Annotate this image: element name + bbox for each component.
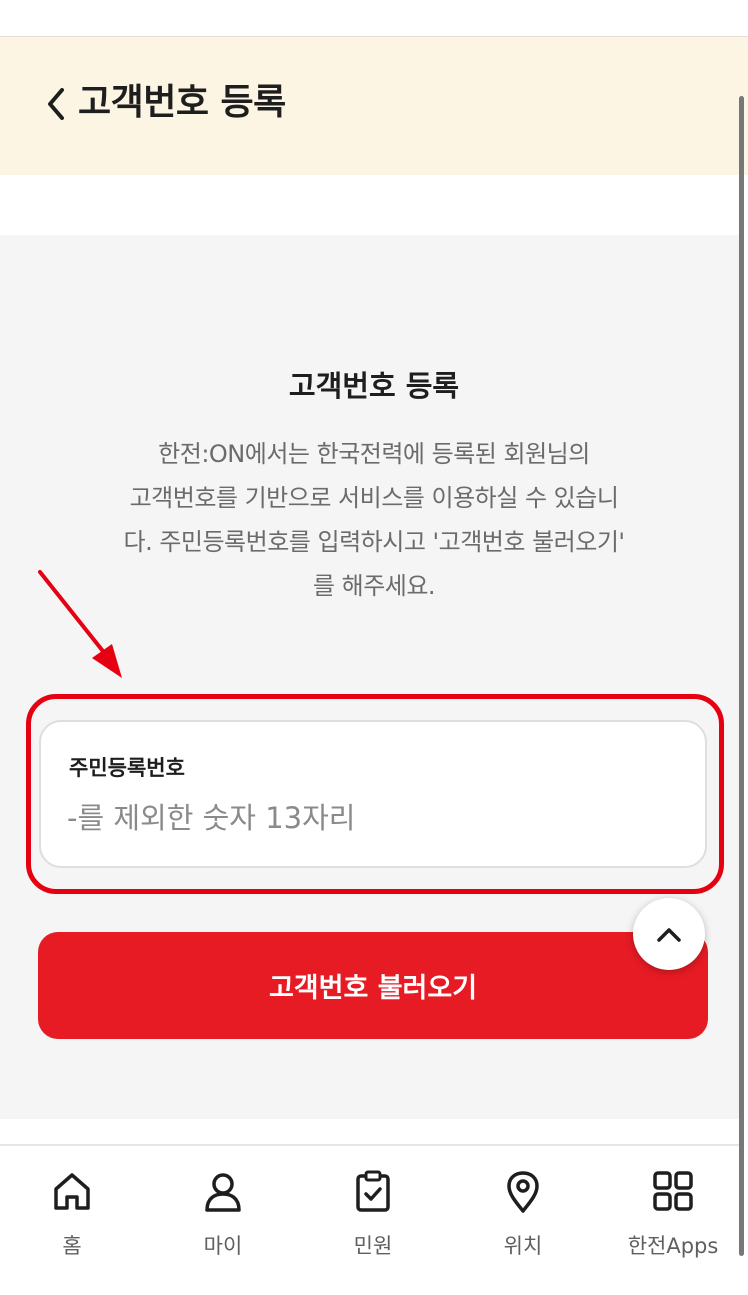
tab-complaint[interactable]: 민원 [313, 1146, 433, 1295]
map-pin-icon [507, 1171, 539, 1213]
section-title: 고객번호 등록 [288, 369, 460, 403]
home-icon [54, 1173, 90, 1210]
scroll-top-button[interactable] [633, 898, 705, 970]
tab-my[interactable]: 마이 [163, 1146, 283, 1295]
bottom-tab-bar: 홈 마이 민원 위치 한전Apps [0, 1144, 740, 1295]
tab-label: 민원 [353, 1234, 393, 1258]
tab-location[interactable]: 위치 [463, 1146, 583, 1295]
description-line: 를 해주세요. [312, 572, 436, 600]
tab-label: 홈 [62, 1234, 82, 1258]
chevron-left-icon[interactable] [42, 84, 72, 124]
scrollbar[interactable] [739, 96, 744, 1256]
tab-label: 마이 [203, 1234, 243, 1258]
resident-number-field[interactable]: 주민등록번호 [39, 720, 707, 868]
description: 한전:ON에서는 한국전력에 등록된 회원님의 고객번호를 기반으로 서비스를 … [70, 432, 678, 608]
annotation-arrow [38, 570, 122, 678]
description-line: 다. 주민등록번호를 입력하시고 '고객번호 불러오기' [123, 528, 625, 556]
resident-number-label: 주민등록번호 [69, 756, 185, 780]
chevron-up-icon [657, 928, 681, 942]
top-strip [0, 0, 748, 37]
tab-home[interactable]: 홈 [12, 1146, 132, 1295]
page-title: 고객번호 등록 [78, 82, 286, 123]
user-icon [205, 1173, 241, 1212]
resident-number-input[interactable] [67, 794, 627, 842]
description-line: 한전:ON에서는 한국전력에 등록된 회원님의 [158, 440, 590, 468]
apps-grid-icon [653, 1171, 693, 1211]
tab-label: 한전Apps [627, 1234, 719, 1258]
description-line: 고객번호를 기반으로 서비스를 이용하실 수 있습니 [129, 484, 619, 512]
clipboard-check-icon [356, 1170, 390, 1212]
load-customer-number-button[interactable]: 고객번호 불러오기 [38, 932, 708, 1039]
tab-kepco-apps[interactable]: 한전Apps [613, 1146, 733, 1295]
tab-label: 위치 [503, 1234, 543, 1258]
